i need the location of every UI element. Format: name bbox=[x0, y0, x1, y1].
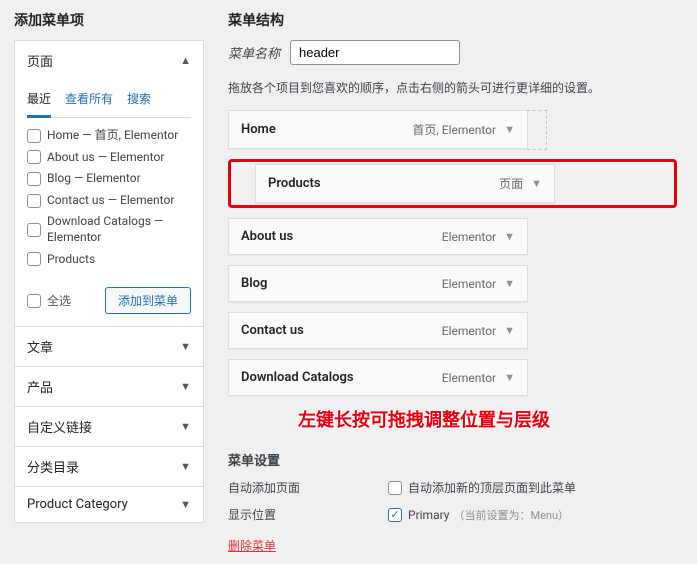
page-item-checkbox[interactable] bbox=[27, 129, 41, 143]
section-custom-links-head[interactable]: 自定义链接▼ bbox=[15, 407, 203, 446]
tab-view-all[interactable]: 查看所有 bbox=[65, 84, 113, 117]
menu-name-input[interactable] bbox=[290, 40, 460, 65]
menu-item[interactable]: Products 页面▼ bbox=[255, 164, 555, 203]
page-item-checkbox[interactable] bbox=[27, 194, 41, 208]
chevron-down-icon[interactable]: ▼ bbox=[504, 371, 515, 384]
drag-overlay-text: 左键长按可拖拽调整位置与层级 bbox=[298, 406, 677, 432]
page-item[interactable]: About us — Elementor bbox=[27, 150, 191, 166]
section-products-head[interactable]: 产品▼ bbox=[15, 367, 203, 406]
section-pages-label: 页面 bbox=[27, 51, 53, 70]
section-pages-head[interactable]: 页面 ▲ bbox=[15, 41, 203, 80]
page-item-checkbox[interactable] bbox=[27, 150, 41, 164]
chevron-down-icon[interactable]: ▼ bbox=[531, 177, 542, 190]
tab-recent[interactable]: 最近 bbox=[27, 84, 51, 118]
highlighted-menu-item: Products 页面▼ bbox=[228, 159, 677, 208]
page-item-checkbox[interactable] bbox=[27, 172, 41, 186]
select-all-checkbox[interactable] bbox=[27, 294, 41, 308]
chevron-down-icon[interactable]: ▼ bbox=[504, 230, 515, 243]
page-item-checkbox[interactable] bbox=[27, 252, 41, 266]
page-item-checkbox[interactable] bbox=[27, 223, 41, 237]
page-item[interactable]: Download Catalogs — Elementor bbox=[27, 214, 191, 245]
section-posts-head[interactable]: 文章▼ bbox=[15, 327, 203, 366]
menu-name-label: 菜单名称 bbox=[228, 43, 280, 62]
chevron-down-icon: ▼ bbox=[180, 498, 191, 511]
page-item[interactable]: Contact us — Elementor bbox=[27, 193, 191, 209]
section-categories-head[interactable]: 分类目录▼ bbox=[15, 447, 203, 486]
auto-add-label: 自动添加页面 bbox=[228, 479, 388, 496]
chevron-down-icon: ▼ bbox=[180, 460, 191, 473]
chevron-down-icon: ▼ bbox=[180, 340, 191, 353]
right-title: 菜单结构 bbox=[228, 10, 677, 30]
menu-settings-title: 菜单设置 bbox=[228, 450, 677, 469]
page-item[interactable]: Home — 首页, Elementor bbox=[27, 128, 191, 144]
auto-add-text: 自动添加新的顶层页面到此菜单 bbox=[408, 479, 576, 496]
delete-menu-link[interactable]: 删除菜单 bbox=[228, 539, 276, 553]
menu-item[interactable]: Contact us Elementor▼ bbox=[228, 312, 528, 349]
display-location-checkbox[interactable] bbox=[388, 508, 402, 522]
menu-item[interactable]: Home 首页, Elementor▼ bbox=[228, 110, 528, 149]
tab-search[interactable]: 搜索 bbox=[127, 84, 151, 117]
section-product-category-head[interactable]: Product Category▼ bbox=[15, 487, 203, 522]
auto-add-checkbox[interactable] bbox=[388, 481, 402, 495]
page-item[interactable]: Products bbox=[27, 252, 191, 268]
select-all[interactable]: 全选 bbox=[27, 292, 71, 309]
left-title: 添加菜单项 bbox=[14, 10, 204, 30]
page-item[interactable]: Blog — Elementor bbox=[27, 171, 191, 187]
menu-item[interactable]: About us Elementor▼ bbox=[228, 218, 528, 255]
menu-item[interactable]: Download Catalogs Elementor▼ bbox=[228, 359, 528, 396]
menu-structure-list: Home 首页, Elementor▼ Products 页面▼ About u… bbox=[228, 110, 677, 396]
chevron-down-icon: ▼ bbox=[180, 380, 191, 393]
drag-hint-text: 拖放各个项目到您喜欢的顺序，点击右侧的箭头可进行更详细的设置。 bbox=[228, 79, 677, 96]
chevron-down-icon[interactable]: ▼ bbox=[504, 324, 515, 337]
menu-item[interactable]: Blog Elementor▼ bbox=[228, 265, 528, 302]
chevron-down-icon[interactable]: ▼ bbox=[504, 277, 515, 290]
display-location-label: 显示位置 bbox=[228, 506, 388, 523]
chevron-down-icon: ▼ bbox=[180, 420, 191, 433]
display-location-note: （当前设置为：Menu） bbox=[453, 507, 569, 523]
drop-slot[interactable] bbox=[527, 110, 547, 150]
add-to-menu-button[interactable]: 添加到菜单 bbox=[105, 287, 191, 314]
display-location-option: Primary bbox=[408, 508, 449, 522]
chevron-down-icon[interactable]: ▼ bbox=[504, 123, 515, 136]
chevron-up-icon: ▲ bbox=[180, 54, 191, 67]
